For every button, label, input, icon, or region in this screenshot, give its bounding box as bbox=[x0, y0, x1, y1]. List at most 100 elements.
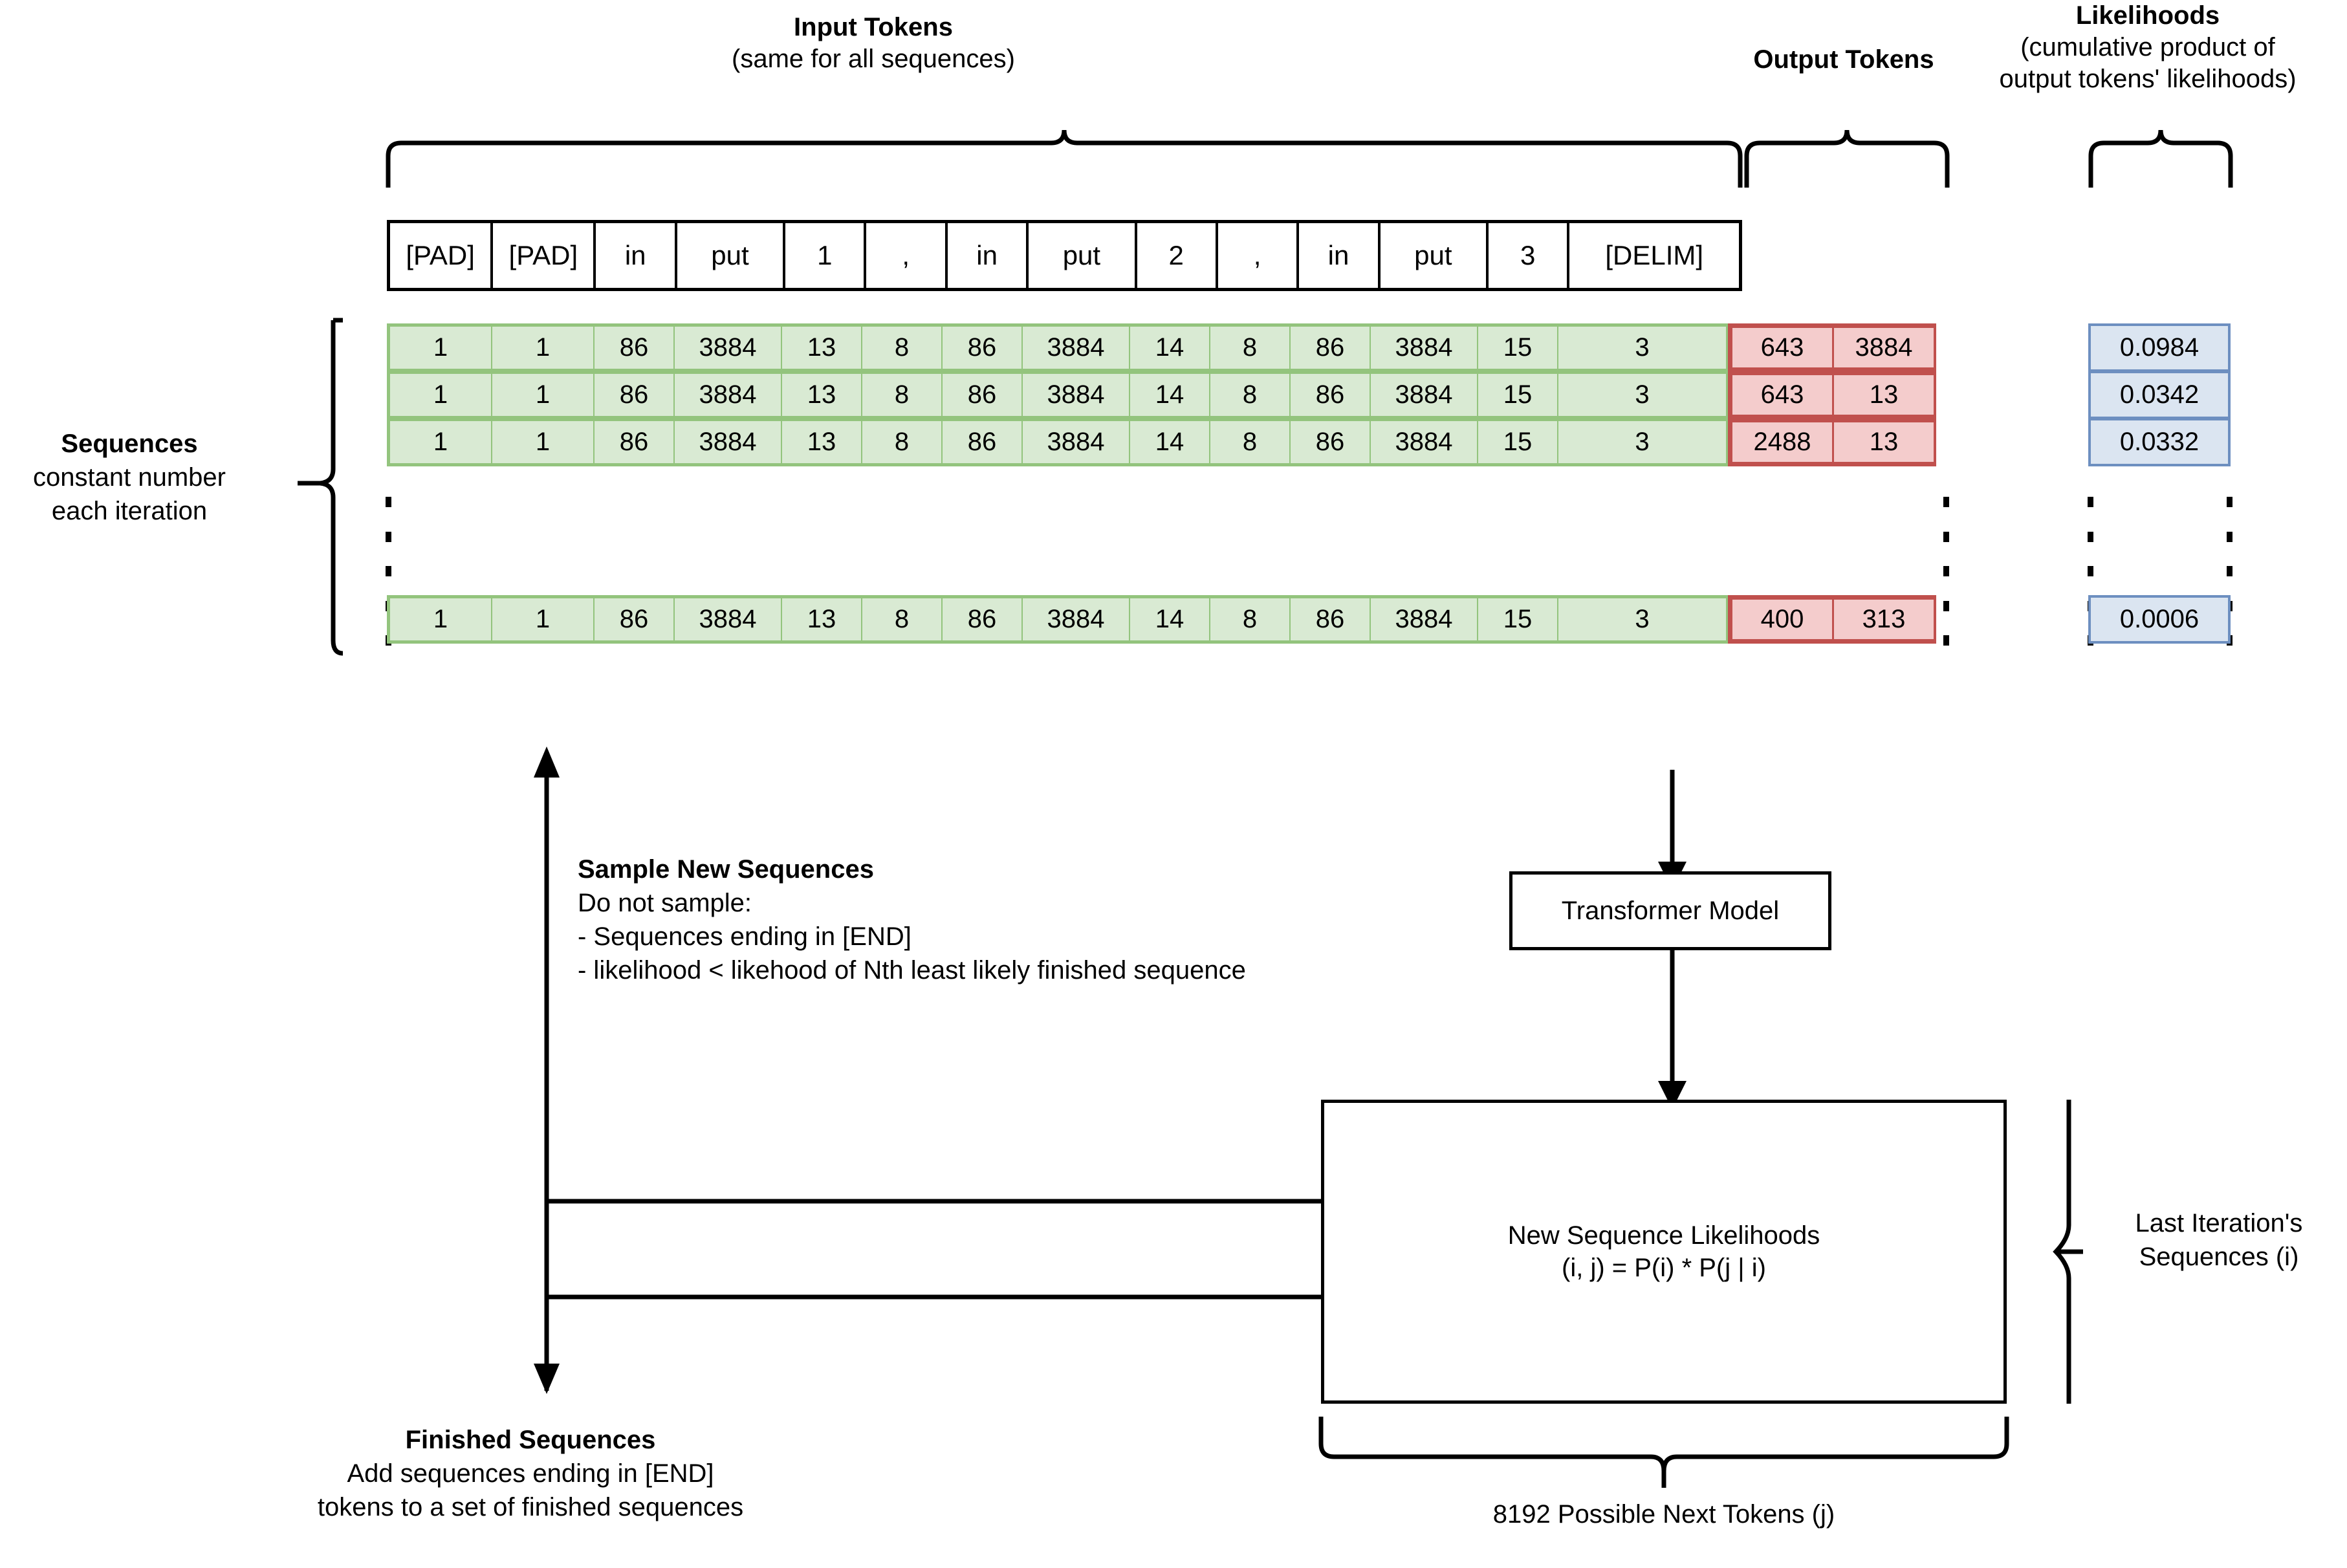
sequence-output-cells: 643 13 bbox=[1728, 371, 1936, 419]
sequence-cell: 3 bbox=[1557, 373, 1727, 417]
token-cell: put bbox=[1029, 223, 1137, 288]
output-cell: 2488 bbox=[1730, 420, 1834, 464]
sequence-cell: 13 bbox=[781, 325, 862, 370]
input-tokens-header: Input Tokens (same for all sequences) bbox=[647, 12, 1100, 75]
sequence-cell: 1 bbox=[389, 325, 492, 370]
token-cell: , bbox=[866, 223, 948, 288]
sequence-cell: 86 bbox=[593, 420, 675, 464]
sequence-cell: 1 bbox=[389, 420, 492, 464]
likelihood-box-line2: (i, j) = P(i) * P(j | i) bbox=[1562, 1254, 1766, 1282]
output-cell: 313 bbox=[1832, 598, 1936, 641]
token-cell: in bbox=[596, 223, 677, 288]
sequence-input-cells: 1 1 86 3884 13 8 86 3884 14 8 86 3884 15… bbox=[387, 418, 1728, 466]
sequence-cell: 3884 bbox=[1021, 373, 1130, 417]
sequence-cell: 8 bbox=[861, 373, 943, 417]
sequence-cell: 3884 bbox=[1370, 597, 1478, 642]
sequence-cell: 8 bbox=[1209, 325, 1291, 370]
arrow-transformer-to-likelihoods bbox=[1658, 950, 1687, 1109]
last-iteration-label: Last Iteration's Sequences (i) bbox=[2090, 1206, 2347, 1274]
sequences-label-line1: constant number bbox=[33, 463, 226, 492]
likelihoods-subtitle-2: output tokens' likelihoods) bbox=[1999, 64, 2297, 93]
last-iteration-line1: Last Iteration's bbox=[2135, 1209, 2303, 1237]
sequence-cell: 3884 bbox=[673, 420, 782, 464]
sequence-output-cells: 643 3884 bbox=[1728, 323, 1936, 372]
sequence-cell: 3884 bbox=[1370, 373, 1478, 417]
finished-block-line2: tokens to a set of finished sequences bbox=[317, 1493, 744, 1521]
sequence-cell: 13 bbox=[781, 420, 862, 464]
sequence-cell: 3884 bbox=[1370, 325, 1478, 370]
token-cell: 2 bbox=[1137, 223, 1218, 288]
sequence-output-cells: 2488 13 bbox=[1728, 418, 1936, 466]
sequence-cell: 3884 bbox=[673, 597, 782, 642]
sequence-cell: 15 bbox=[1477, 597, 1558, 642]
sequence-output-cells: 400 313 bbox=[1728, 595, 1936, 644]
sequence-cell: 8 bbox=[861, 420, 943, 464]
transformer-model-box[interactable]: Transformer Model bbox=[1509, 871, 1831, 950]
likelihood-box-line1: New Sequence Likelihoods bbox=[1507, 1221, 1820, 1250]
sequence-cell: 3884 bbox=[1370, 420, 1478, 464]
sequences-label-line2: each iteration bbox=[51, 497, 208, 525]
sequence-cell: 14 bbox=[1129, 373, 1210, 417]
sequence-cell: 1 bbox=[491, 597, 595, 642]
possible-next-tokens-brace bbox=[1318, 1417, 2009, 1488]
sequence-cell: 1 bbox=[491, 420, 595, 464]
likelihood-box: 0.0342 bbox=[2088, 371, 2231, 419]
sequence-row: 1 1 86 3884 13 8 86 3884 14 8 86 3884 15… bbox=[387, 371, 1936, 419]
sequence-cell: 86 bbox=[941, 420, 1023, 464]
sequence-cell: 1 bbox=[491, 373, 595, 417]
input-token-strip: [PAD] [PAD] in put 1 , in put 2 , in put… bbox=[387, 220, 1742, 291]
sequence-cell: 86 bbox=[941, 325, 1023, 370]
likelihoods-title: Likelihoods bbox=[2075, 1, 2220, 30]
sequence-cell: 8 bbox=[1209, 420, 1291, 464]
sequence-cell: 3884 bbox=[1021, 597, 1130, 642]
sequence-cell: 1 bbox=[389, 373, 492, 417]
sequence-cell: 3884 bbox=[1021, 325, 1130, 370]
sequence-cell: 86 bbox=[941, 373, 1023, 417]
sequence-cell: 3884 bbox=[1021, 420, 1130, 464]
output-cell: 13 bbox=[1832, 420, 1936, 464]
last-iteration-line2: Sequences (i) bbox=[2139, 1243, 2299, 1271]
sequence-cell: 15 bbox=[1477, 325, 1558, 370]
sequence-cell: 3 bbox=[1557, 597, 1727, 642]
sequences-brace bbox=[298, 318, 344, 656]
output-cell: 643 bbox=[1730, 373, 1834, 417]
likelihood-box: 0.0006 bbox=[2088, 595, 2231, 644]
sequence-cell: 3884 bbox=[673, 325, 782, 370]
possible-next-tokens-label: 8192 Possible Next Tokens (j) bbox=[1492, 1500, 1835, 1529]
sequence-cell: 13 bbox=[781, 373, 862, 417]
sequence-cell: 8 bbox=[1209, 597, 1291, 642]
sequence-cell: 8 bbox=[861, 325, 943, 370]
sequence-input-cells: 1 1 86 3884 13 8 86 3884 14 8 86 3884 15… bbox=[387, 595, 1728, 644]
sequences-label-title: Sequences bbox=[61, 430, 198, 458]
finished-block-line1: Add sequences ending in [END] bbox=[347, 1459, 714, 1488]
sequences-label: Sequences constant number each iteration bbox=[0, 427, 259, 528]
transformer-model-label: Transformer Model bbox=[1561, 897, 1780, 925]
sequence-cell: 1 bbox=[491, 325, 595, 370]
output-cell: 13 bbox=[1832, 373, 1936, 417]
token-cell: [PAD] bbox=[390, 223, 494, 288]
token-cell: put bbox=[677, 223, 786, 288]
sequence-cell: 86 bbox=[593, 597, 675, 642]
sequence-row-last: 1 1 86 3884 13 8 86 3884 14 8 86 3884 15… bbox=[387, 595, 1936, 644]
sequence-cell: 86 bbox=[593, 325, 675, 370]
sequence-cell: 13 bbox=[781, 597, 862, 642]
sequence-cell: 86 bbox=[593, 373, 675, 417]
last-iteration-brace bbox=[2053, 1100, 2083, 1404]
new-sequence-likelihoods-box[interactable]: New Sequence Likelihoods (i, j) = P(i) *… bbox=[1321, 1100, 2007, 1404]
input-tokens-subtitle: (same for all sequences) bbox=[732, 44, 1015, 73]
sequence-cell: 86 bbox=[941, 597, 1023, 642]
sequence-cell: 3884 bbox=[673, 373, 782, 417]
feedback-paths bbox=[534, 746, 1321, 1391]
sequence-row: 1 1 86 3884 13 8 86 3884 14 8 86 3884 15… bbox=[387, 323, 1936, 372]
token-cell: 1 bbox=[785, 223, 867, 288]
token-cell: [PAD] bbox=[493, 223, 596, 288]
output-tokens-title: Output Tokens bbox=[1753, 45, 1934, 74]
likelihoods-subtitle-1: (cumulative product of bbox=[2020, 32, 2275, 61]
sequence-cell: 14 bbox=[1129, 597, 1210, 642]
sequence-cell: 15 bbox=[1477, 420, 1558, 464]
sequence-cell: 86 bbox=[1289, 597, 1371, 642]
sequence-cell: 1 bbox=[389, 597, 492, 642]
sequence-cell: 3 bbox=[1557, 325, 1727, 370]
likelihoods-header: Likelihoods (cumulative product of outpu… bbox=[1941, 0, 2347, 94]
sequence-cell: 86 bbox=[1289, 325, 1371, 370]
